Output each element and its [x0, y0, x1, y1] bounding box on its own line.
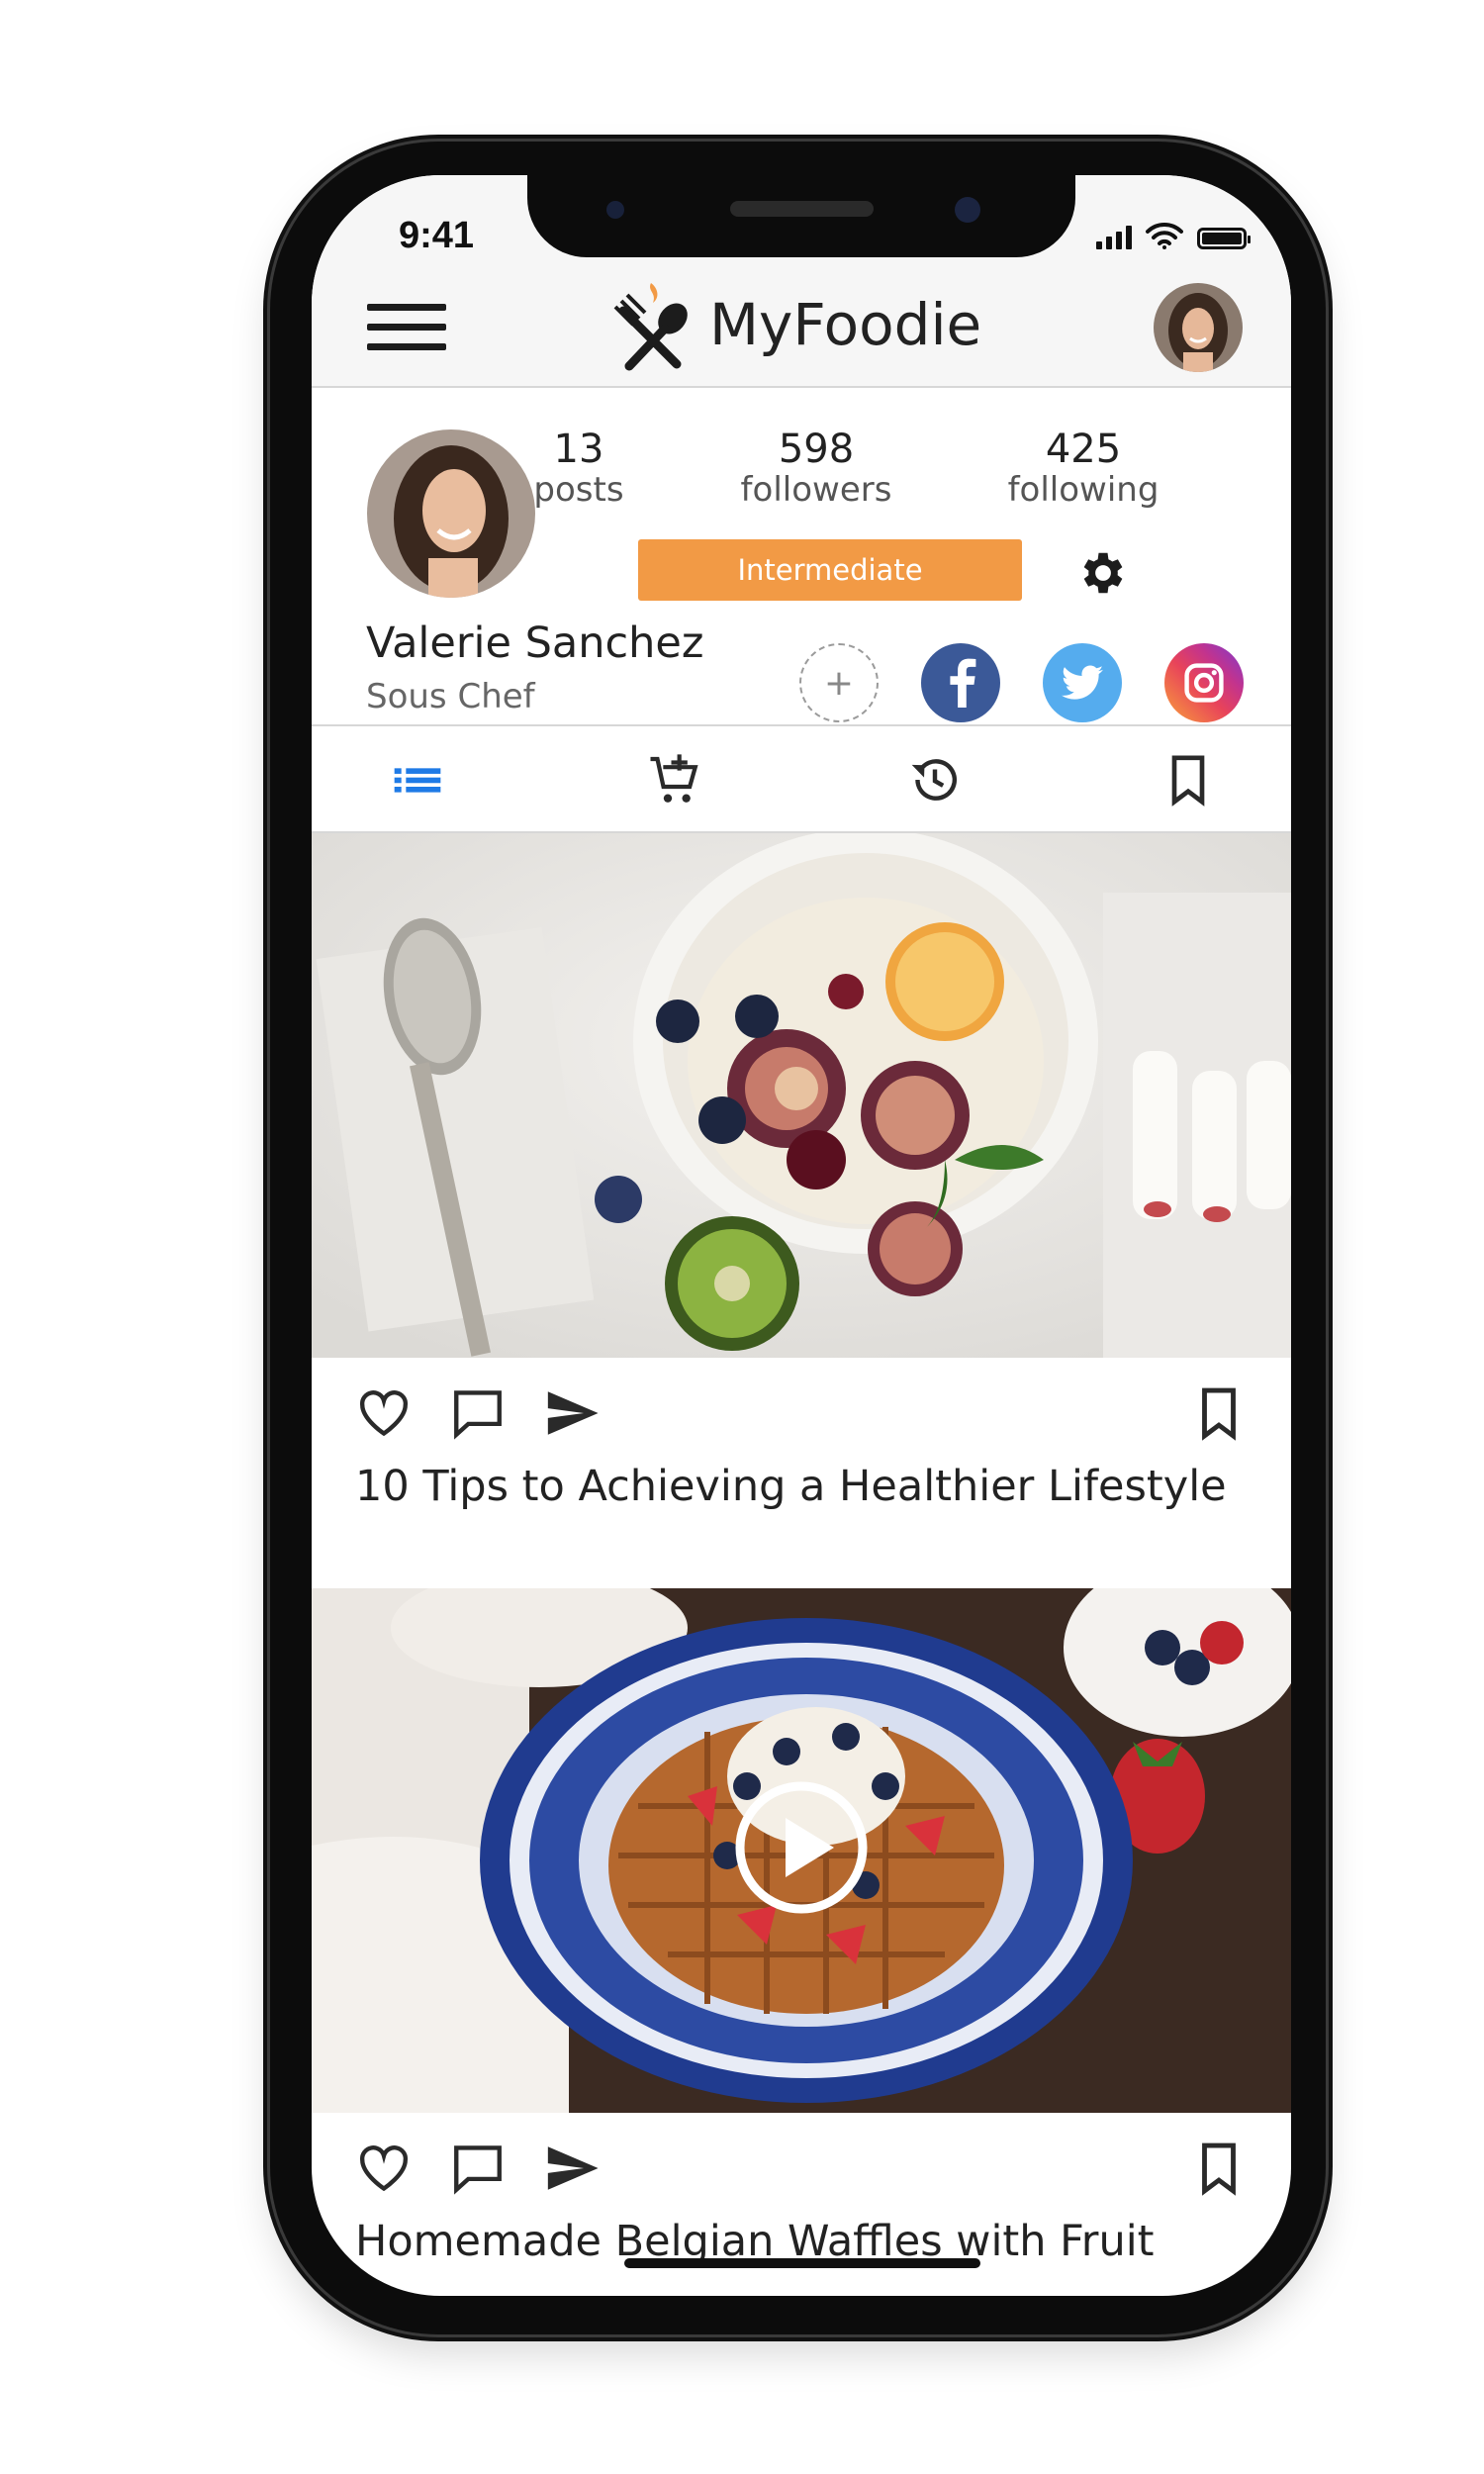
post-image[interactable] — [312, 833, 1291, 1358]
wifi-icon — [1146, 222, 1183, 249]
bookmark-icon[interactable] — [1190, 1384, 1248, 1442]
comment-icon[interactable] — [449, 1384, 507, 1442]
profile-tabs — [312, 726, 1291, 833]
tab-bookmark-icon[interactable] — [1159, 752, 1218, 808]
front-camera — [955, 197, 980, 223]
gear-icon[interactable] — [1074, 546, 1128, 600]
stat-label: followers — [740, 470, 892, 510]
tab-add-cart-icon[interactable] — [645, 752, 704, 808]
plus-icon: + — [823, 662, 855, 704]
logo-icon — [613, 283, 688, 371]
sensor — [606, 201, 624, 219]
post-caption[interactable]: 10 Tips to Achieving a Healthier Lifesty… — [355, 1462, 1227, 1511]
instagram-button[interactable] — [1164, 643, 1244, 722]
level-badge-button[interactable]: Intermediate — [638, 539, 1022, 601]
facebook-icon — [950, 658, 976, 708]
stat-following[interactable]: 425 following — [984, 428, 1182, 509]
post-actions — [312, 2128, 1291, 2217]
status-icons — [1096, 220, 1251, 249]
add-social-button[interactable]: + — [799, 643, 879, 722]
profile-section: 13 posts 598 followers 425 following Int… — [312, 388, 1291, 726]
stat-followers[interactable]: 598 followers — [717, 428, 915, 509]
comment-icon[interactable] — [449, 2140, 507, 2197]
send-icon[interactable] — [543, 2140, 601, 2197]
battery-icon — [1197, 228, 1251, 249]
bookmark-icon[interactable] — [1190, 2140, 1248, 2197]
status-time: 9:41 — [399, 215, 475, 256]
speaker-grille — [730, 201, 874, 217]
user-avatar[interactable] — [1154, 283, 1243, 372]
tab-list-icon[interactable] — [388, 752, 447, 808]
profile-name: Valerie Sanchez — [366, 618, 704, 668]
heart-icon[interactable] — [355, 2140, 413, 2197]
phone-screen: 9:41 MyFoodie 13 posts 598 followers 425… — [312, 175, 1291, 2296]
stat-label: following — [1007, 470, 1159, 510]
tab-history-icon[interactable] — [905, 752, 965, 808]
stat-posts[interactable]: 13 posts — [480, 428, 678, 509]
twitter-icon — [1062, 665, 1103, 700]
instagram-icon — [1184, 663, 1224, 703]
send-icon[interactable] — [543, 1384, 601, 1442]
app-title: MyFoodie — [709, 291, 982, 358]
stat-value: 13 — [553, 427, 604, 472]
profile-role: Sous Chef — [366, 677, 535, 716]
signal-icon — [1096, 226, 1132, 249]
app-bar: MyFoodie — [312, 269, 1291, 388]
menu-icon[interactable] — [367, 304, 446, 355]
post-video[interactable] — [312, 1588, 1291, 2113]
stat-value: 425 — [1045, 427, 1122, 472]
post-actions — [312, 1373, 1291, 1462]
stat-label: posts — [533, 470, 624, 510]
home-indicator[interactable] — [624, 2258, 980, 2268]
heart-icon[interactable] — [355, 1384, 413, 1442]
facebook-button[interactable] — [921, 643, 1000, 722]
stat-value: 598 — [778, 427, 855, 472]
twitter-button[interactable] — [1043, 643, 1122, 722]
notch — [527, 175, 1075, 257]
status-bar: 9:41 — [312, 175, 1291, 269]
